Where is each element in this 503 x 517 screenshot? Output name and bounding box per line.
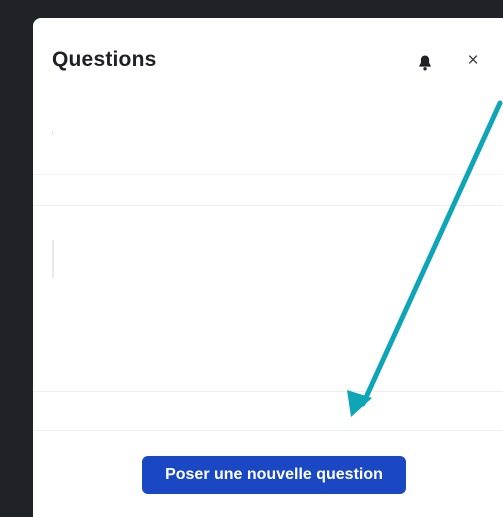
divider-1	[33, 174, 503, 175]
content-placeholder	[52, 240, 54, 278]
close-icon[interactable]: ×	[463, 51, 483, 71]
panel-header: Questions ×	[33, 18, 503, 106]
questions-panel: Questions × Poser une nouvelle question	[33, 18, 503, 517]
divider-2	[33, 205, 503, 206]
divider-mark	[52, 131, 53, 135]
bell-icon[interactable]	[417, 54, 433, 72]
footer-divider	[33, 430, 503, 431]
bell-icon-svg	[419, 55, 431, 71]
ask-new-question-button[interactable]: Poser une nouvelle question	[142, 456, 406, 494]
panel-title: Questions	[52, 48, 157, 71]
divider-3	[33, 391, 503, 392]
